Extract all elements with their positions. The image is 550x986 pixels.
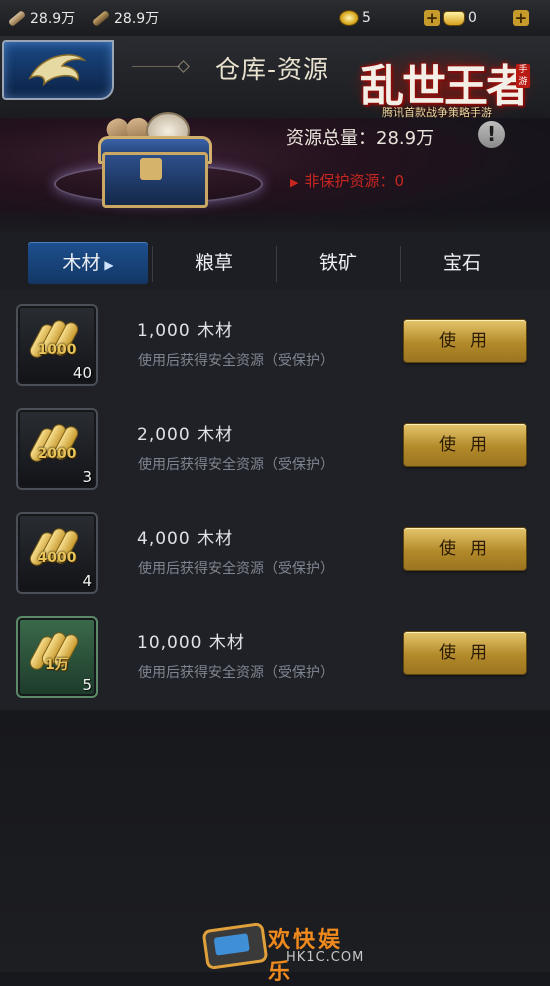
resource-bar: 28.9万 28.9万 5 + 0 +: [0, 0, 550, 37]
logo-tag: 手游: [516, 64, 530, 88]
ingot-resource: + 0 +: [424, 7, 529, 29]
title-divider-left: [132, 66, 180, 67]
wood-item-icon[interactable]: 2000 3: [16, 408, 98, 490]
tab-gem[interactable]: 宝石: [402, 242, 522, 284]
log-icon: [6, 9, 26, 27]
wood-item-icon[interactable]: 1000 40: [16, 304, 98, 386]
unprotected-label: 非保护资源：0: [304, 172, 405, 190]
gamepad-phone-icon: [201, 921, 269, 971]
wood-amount: 28.9万: [30, 11, 76, 27]
page-title: 仓库-资源: [215, 55, 330, 84]
coin-icon: [340, 11, 358, 25]
tab-separator: [152, 246, 153, 282]
wood-item-icon[interactable]: 1万 5: [16, 616, 98, 698]
wood-resource-2: 28.9万: [90, 7, 159, 29]
coin-amount: 5: [362, 10, 371, 26]
item-count: 40: [72, 364, 92, 382]
item-description: 使用后获得安全资源（受保护）: [138, 561, 334, 577]
resource-total: 资源总量：28.9万: [286, 128, 435, 149]
item-title: 1,000 木材: [137, 321, 234, 341]
use-button[interactable]: 使用: [404, 632, 526, 674]
ingot-amount: 0: [468, 10, 477, 26]
tab-label: 铁矿: [318, 252, 357, 274]
item-icon-amount: 4000: [37, 550, 77, 566]
tab-separator: [276, 246, 277, 282]
item-description: 使用后获得安全资源（受保护）: [138, 353, 334, 369]
coin-resource: 5: [340, 7, 371, 29]
resource-tabs: 木材 ▶ 粮草 铁矿 宝石: [0, 232, 550, 291]
item-description: 使用后获得安全资源（受保护）: [138, 457, 334, 473]
play-arrow-icon: ▶: [104, 258, 114, 272]
chevron-right-icon: ▶: [290, 176, 299, 189]
item-list: 1000 40 1,000 木材 使用后获得安全资源（受保护） 使用 2000 …: [0, 290, 550, 710]
wood-resource: 28.9万: [6, 7, 75, 29]
chest-lock: [140, 158, 162, 180]
use-button[interactable]: 使用: [404, 424, 526, 466]
tab-separator: [400, 246, 401, 282]
dragon-icon: [28, 54, 87, 87]
item-icon-amount: 1万: [45, 657, 69, 673]
tab-label: 木材: [62, 252, 101, 274]
back-button[interactable]: [2, 40, 114, 100]
item-description: 使用后获得安全资源（受保护）: [138, 665, 334, 681]
item-icon-amount: 2000: [37, 446, 77, 462]
item-title: 2,000 木材: [137, 425, 234, 445]
list-item: 1万 5 10,000 木材 使用后获得安全资源（受保护） 使用: [0, 602, 550, 706]
tab-iron[interactable]: 铁矿: [278, 242, 398, 284]
item-count: 5: [82, 676, 92, 694]
unprotected-resources: ▶ 非保护资源：0: [290, 170, 404, 191]
tab-label: 宝石: [442, 252, 481, 274]
item-count: 4: [82, 572, 92, 590]
wood2-amount: 28.9万: [114, 11, 160, 27]
item-icon-amount: 1000: [37, 342, 77, 358]
add-ingot-icon[interactable]: +: [512, 10, 529, 26]
empty-area: 欢快娱乐 HK1C.COM: [0, 710, 550, 985]
list-item: 4000 4 4,000 木材 使用后获得安全资源（受保护） 使用: [0, 498, 550, 602]
add-currency-icon[interactable]: +: [424, 10, 440, 26]
list-item: 1000 40 1,000 木材 使用后获得安全资源（受保护） 使用: [0, 290, 550, 394]
treasure-chest-icon: [54, 114, 263, 214]
item-title: 4,000 木材: [137, 529, 234, 549]
list-item: 2000 3 2,000 木材 使用后获得安全资源（受保护） 使用: [0, 394, 550, 498]
axe-icon: [90, 9, 110, 27]
page-header: 仓库-资源 乱世王者 手游 腾讯首款战争策略手游: [0, 36, 550, 126]
watermark-url: HK1C.COM: [286, 950, 365, 965]
tab-label: 粮草: [194, 252, 233, 274]
use-button[interactable]: 使用: [404, 528, 526, 570]
item-count: 3: [82, 468, 92, 486]
watermark: 欢快娱乐 HK1C.COM: [201, 921, 365, 985]
info-icon[interactable]: !: [478, 121, 505, 148]
resource-summary: 资源总量：28.9万 ! ▶ 非保护资源：0: [0, 114, 550, 232]
wood-item-icon[interactable]: 4000 4: [16, 512, 98, 594]
tab-wood[interactable]: 木材 ▶: [28, 242, 148, 284]
item-title: 10,000 木材: [137, 633, 245, 653]
gold-ingot-icon: [444, 11, 464, 25]
tab-grain[interactable]: 粮草: [154, 242, 274, 284]
use-button[interactable]: 使用: [404, 320, 526, 362]
title-diamond-left: [177, 60, 190, 73]
